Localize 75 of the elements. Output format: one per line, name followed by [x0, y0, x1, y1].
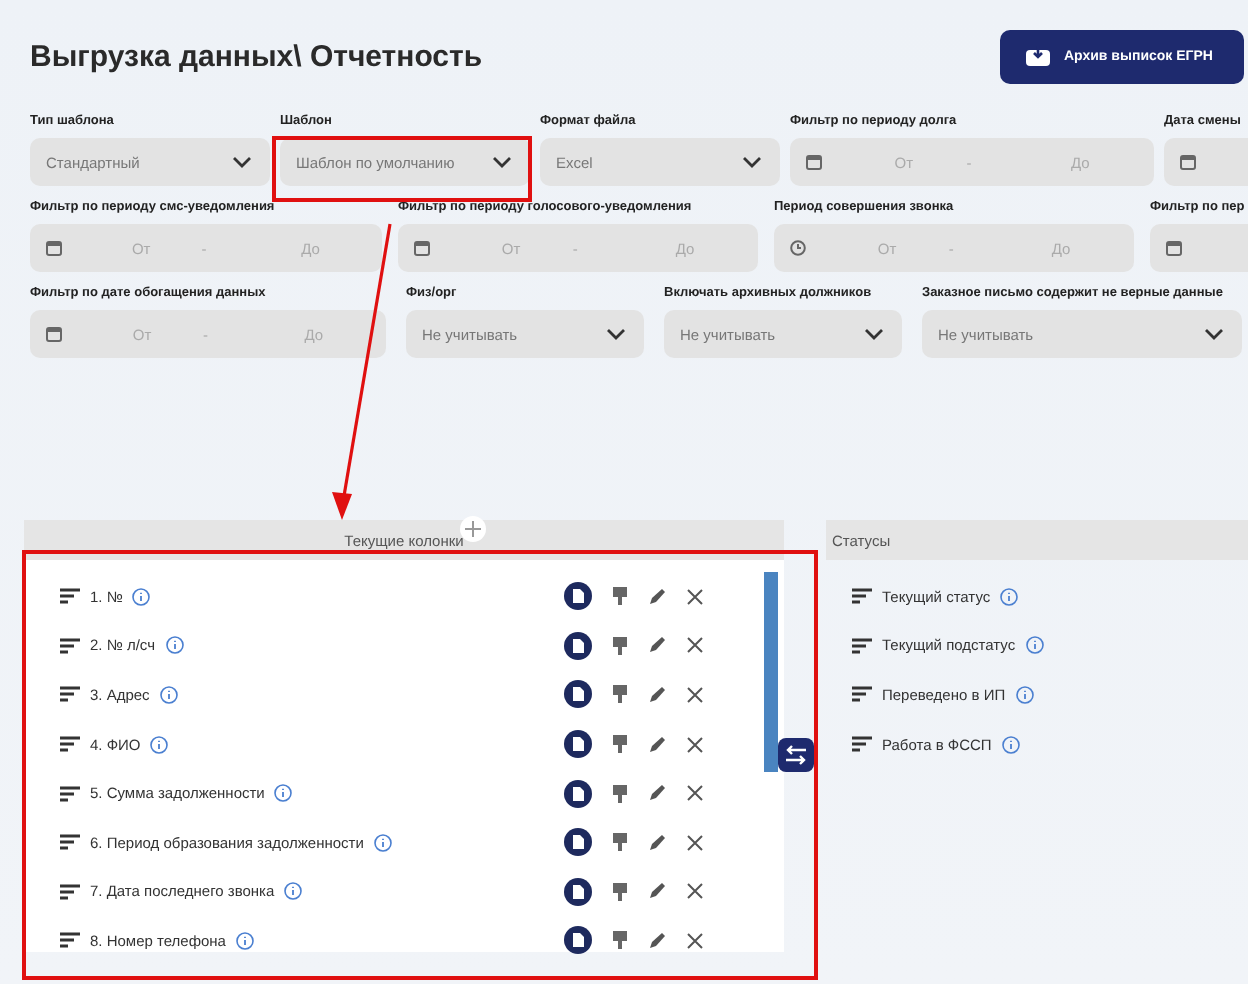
drag-icon[interactable] [60, 637, 80, 654]
stamp-icon[interactable] [612, 684, 628, 705]
info-icon[interactable] [1025, 636, 1044, 655]
stamp-icon[interactable] [612, 734, 628, 755]
document-icon[interactable] [564, 730, 592, 759]
download-icon [1026, 46, 1050, 66]
info-icon[interactable] [1000, 587, 1019, 606]
stamp-icon[interactable] [612, 586, 628, 607]
info-icon[interactable] [1015, 685, 1034, 704]
drag-icon[interactable] [60, 736, 80, 753]
chevron-icon [606, 328, 626, 340]
drag-icon[interactable] [60, 834, 80, 851]
page-title: Выгрузка данных\ Отчетность [30, 39, 483, 73]
drag-icon[interactable] [60, 785, 80, 802]
document-icon[interactable] [564, 631, 592, 660]
stamp-icon[interactable] [612, 930, 628, 951]
pencil-icon[interactable] [648, 784, 666, 803]
calendar-icon [46, 240, 62, 256]
chevron-icon [1204, 328, 1224, 340]
calendar-icon [46, 326, 62, 342]
chevron-icon [742, 156, 762, 168]
document-icon[interactable] [564, 680, 592, 709]
pencil-icon[interactable] [648, 833, 666, 852]
close-icon[interactable] [686, 931, 704, 950]
close-icon[interactable] [686, 882, 704, 901]
clock-icon [790, 240, 806, 256]
calendar-icon [414, 240, 430, 256]
drag-icon[interactable] [60, 588, 80, 605]
calendar-icon [1166, 240, 1182, 256]
drag-icon[interactable] [60, 883, 80, 900]
document-icon[interactable] [564, 926, 592, 955]
stamp-icon[interactable] [612, 832, 628, 853]
date-range-field[interactable] [1150, 224, 1248, 272]
close-icon[interactable] [686, 735, 704, 754]
drag-icon[interactable] [852, 637, 872, 654]
close-icon[interactable] [686, 685, 704, 704]
chevron-icon [492, 156, 512, 168]
info-icon[interactable] [132, 587, 151, 606]
add-icon[interactable] [460, 516, 486, 542]
document-icon[interactable] [564, 828, 592, 857]
stamp-icon[interactable] [612, 783, 628, 804]
close-icon[interactable] [686, 587, 704, 606]
document-icon[interactable] [564, 877, 592, 906]
calendar-icon [1180, 154, 1196, 170]
drag-icon[interactable] [852, 686, 872, 703]
info-icon[interactable] [274, 784, 293, 803]
pencil-icon[interactable] [648, 882, 666, 901]
info-icon[interactable] [284, 882, 303, 901]
calendar-icon [806, 154, 822, 170]
close-icon[interactable] [686, 833, 704, 852]
drag-icon[interactable] [852, 736, 872, 753]
swap-icon[interactable] [778, 738, 814, 772]
close-icon[interactable] [686, 636, 704, 655]
pencil-icon[interactable] [648, 636, 666, 655]
pencil-icon[interactable] [648, 685, 666, 704]
pencil-icon[interactable] [648, 931, 666, 950]
drag-icon[interactable] [852, 588, 872, 605]
stamp-icon[interactable] [612, 635, 628, 656]
info-icon[interactable] [373, 833, 392, 852]
document-icon[interactable] [564, 779, 592, 808]
chevron-icon [232, 156, 252, 168]
drag-icon[interactable] [60, 932, 80, 949]
info-icon[interactable] [159, 685, 178, 704]
info-icon[interactable] [165, 636, 184, 655]
info-icon[interactable] [150, 735, 169, 754]
close-icon[interactable] [686, 784, 704, 803]
chevron-icon [864, 328, 884, 340]
document-icon[interactable] [564, 582, 592, 611]
info-icon[interactable] [1001, 735, 1020, 754]
info-icon[interactable] [235, 931, 254, 950]
pencil-icon[interactable] [648, 735, 666, 754]
stamp-icon[interactable] [612, 881, 628, 902]
drag-icon[interactable] [60, 686, 80, 703]
date-range-field[interactable] [1164, 138, 1248, 186]
pencil-icon[interactable] [648, 587, 666, 606]
